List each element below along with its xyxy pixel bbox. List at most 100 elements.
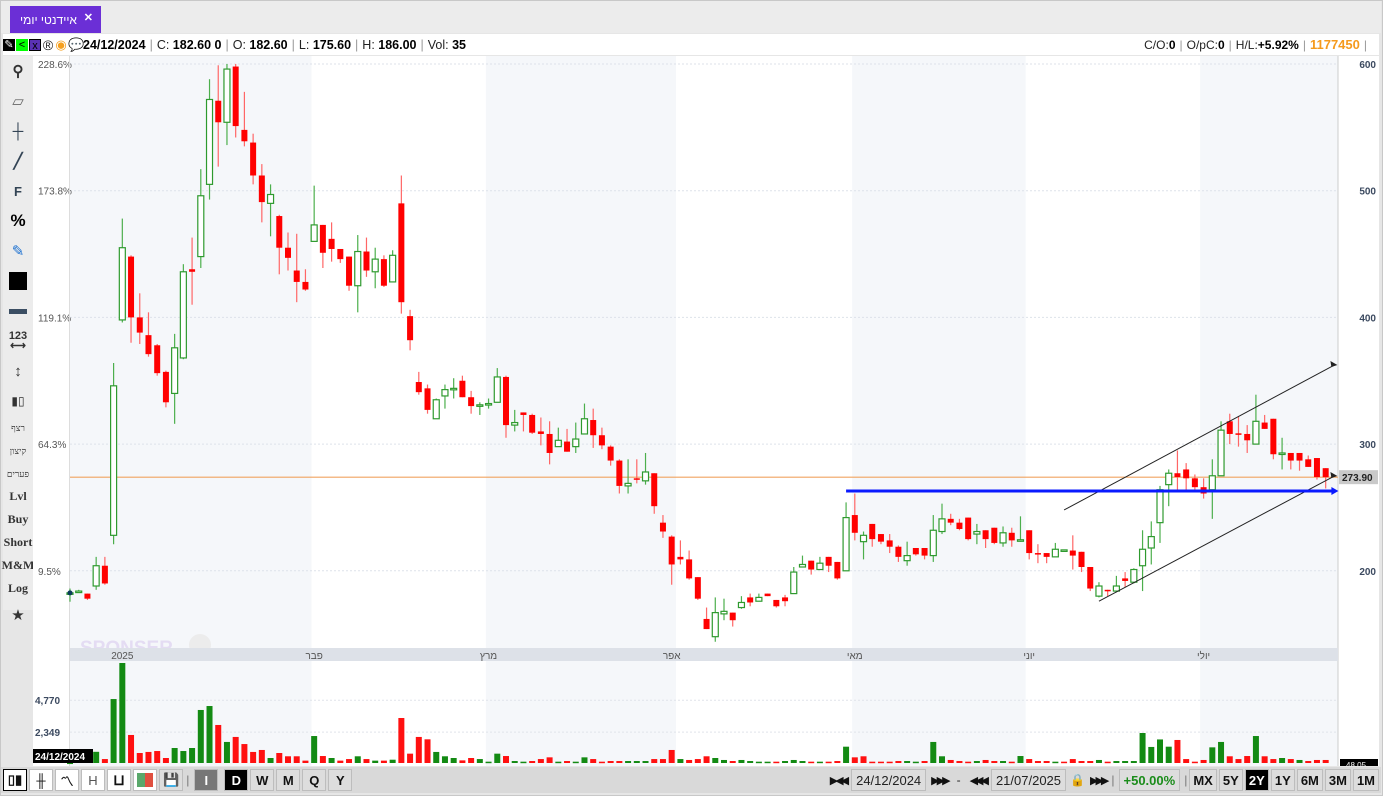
volume-bar [546,757,553,763]
color-swatch-icon[interactable] [3,266,33,296]
heikin-ashi-button[interactable]: H [81,769,105,791]
volume-bar [729,761,736,763]
volume-bar [799,761,806,763]
volume-bar [520,761,527,764]
volume-bar [555,761,562,764]
search-icon[interactable]: ⚲ [3,56,33,86]
end-date[interactable]: 21/07/2025 [990,769,1067,791]
month-label: יוני [1023,651,1035,662]
interval-y[interactable]: Y [328,769,353,791]
candle-up [711,612,719,638]
vertical-arrow-icon[interactable]: ↕ [3,356,33,386]
range-mx[interactable]: MX [1189,769,1217,791]
candle-up [903,554,911,562]
lock-icon[interactable]: 🔒 [1070,773,1085,787]
volume-bar [433,751,440,763]
color-bars-icon[interactable] [133,769,157,791]
volume-bar [808,761,815,764]
candle-up [1156,489,1164,524]
interval-q[interactable]: Q [302,769,327,791]
candle-up [929,529,937,557]
interval-m[interactable]: M [276,769,301,791]
candles-icon[interactable]: ▮▯ [3,386,33,416]
range-6m[interactable]: 6M [1296,769,1323,791]
range-3m[interactable]: 3M [1324,769,1351,791]
candle-down [398,203,405,303]
percent-icon[interactable]: % [3,206,33,236]
excel-icon[interactable]: x [29,38,41,52]
candle-up [1060,549,1068,552]
volume-bar [1130,761,1137,763]
crosshair-icon[interactable]: ┼ [3,116,33,146]
tool-log[interactable]: Log [3,577,33,600]
end-last-icon[interactable]: ▶▶▶ [1090,774,1109,787]
range-1m[interactable]: 1M [1352,769,1379,791]
candle-down [1008,532,1015,541]
range-1y[interactable]: 1Y [1270,769,1295,791]
tool-mm[interactable]: M&M [2,554,35,577]
edit-icon[interactable]: ✎ [3,236,33,266]
volume-bar [407,753,414,763]
start-next-icon[interactable]: ▶▶▶ [931,774,950,787]
range-dash: - [956,773,961,787]
line-tool-icon[interactable]: ╱ [3,146,33,176]
star-icon[interactable]: ★ [3,600,33,630]
tool-buy[interactable]: Buy [3,508,33,531]
share-icon[interactable]: < [16,38,28,51]
volume-bar [337,760,344,763]
start-first-icon[interactable]: ▶◀◀ [830,774,849,787]
tool-sequence[interactable]: רצף [3,416,33,439]
candle-down [241,129,248,142]
volume-bar [625,761,632,763]
tool-lvl[interactable]: Lvl [3,485,33,508]
candle-up [1147,535,1155,549]
volume-bar [302,760,309,763]
target-icon[interactable]: ◉ [55,38,67,51]
interval-d[interactable]: D [224,769,249,791]
tab-chart[interactable]: איידנטי יומי ✕ [10,6,101,33]
candle-down [328,238,335,249]
save-icon[interactable]: 💾 [159,769,184,791]
tool-short[interactable]: Short [3,531,33,554]
range-2y[interactable]: 2Y [1244,769,1269,791]
comment-icon[interactable]: 💬 [68,38,84,51]
candle-down [232,66,239,127]
end-prev-icon[interactable]: ◀◀◀ [970,774,989,787]
candle-down [276,216,283,248]
interval-i[interactable]: I [194,769,219,791]
volume-bar [1104,761,1111,764]
interval-w[interactable]: W [250,769,275,791]
u-chart-icon[interactable]: ⊔ [107,769,131,791]
candle-down [285,247,291,258]
fibonacci-icon[interactable]: F [3,176,33,206]
pencil-icon[interactable]: ✎ [3,38,15,51]
candle-down [84,593,91,599]
line-chart-icon[interactable]: 〽 [55,769,79,791]
candle-down [145,335,152,355]
candle-up [737,601,746,609]
volume-bar [1305,761,1312,763]
candle-down [319,224,326,253]
ohlc-bar-icon[interactable]: ╫ [29,769,53,791]
registered-icon[interactable]: ® [42,38,54,52]
candlestick-icon[interactable]: ▯▮ [3,769,27,791]
start-date[interactable]: 24/12/2024 [851,769,927,791]
price-chart[interactable]: 200 300 400 500 600 228.6% 173.8% 119.1% 64.3% 9.… [33,56,1379,766]
candle-down [1069,550,1076,556]
volume-bar [956,761,963,763]
measure-icon[interactable]: 123 ⟷ [3,326,33,356]
close-icon[interactable]: ✕ [84,11,93,24]
opc-value: 0 [1217,37,1225,52]
range-5y[interactable]: 5Y [1218,769,1243,791]
tool-gaps[interactable]: פערים [3,462,33,485]
l-label: L: [298,37,310,52]
h-value: 186.00 [378,37,417,52]
volume-bar [694,759,701,763]
candle-down [677,556,684,560]
candle-up [798,563,807,568]
volume-bar [1008,761,1015,764]
volume-bar [1000,761,1007,763]
eraser-icon[interactable]: ▱ [3,86,33,116]
line-width-icon[interactable] [3,296,33,326]
tool-extreme[interactable]: קיצון [3,439,33,462]
